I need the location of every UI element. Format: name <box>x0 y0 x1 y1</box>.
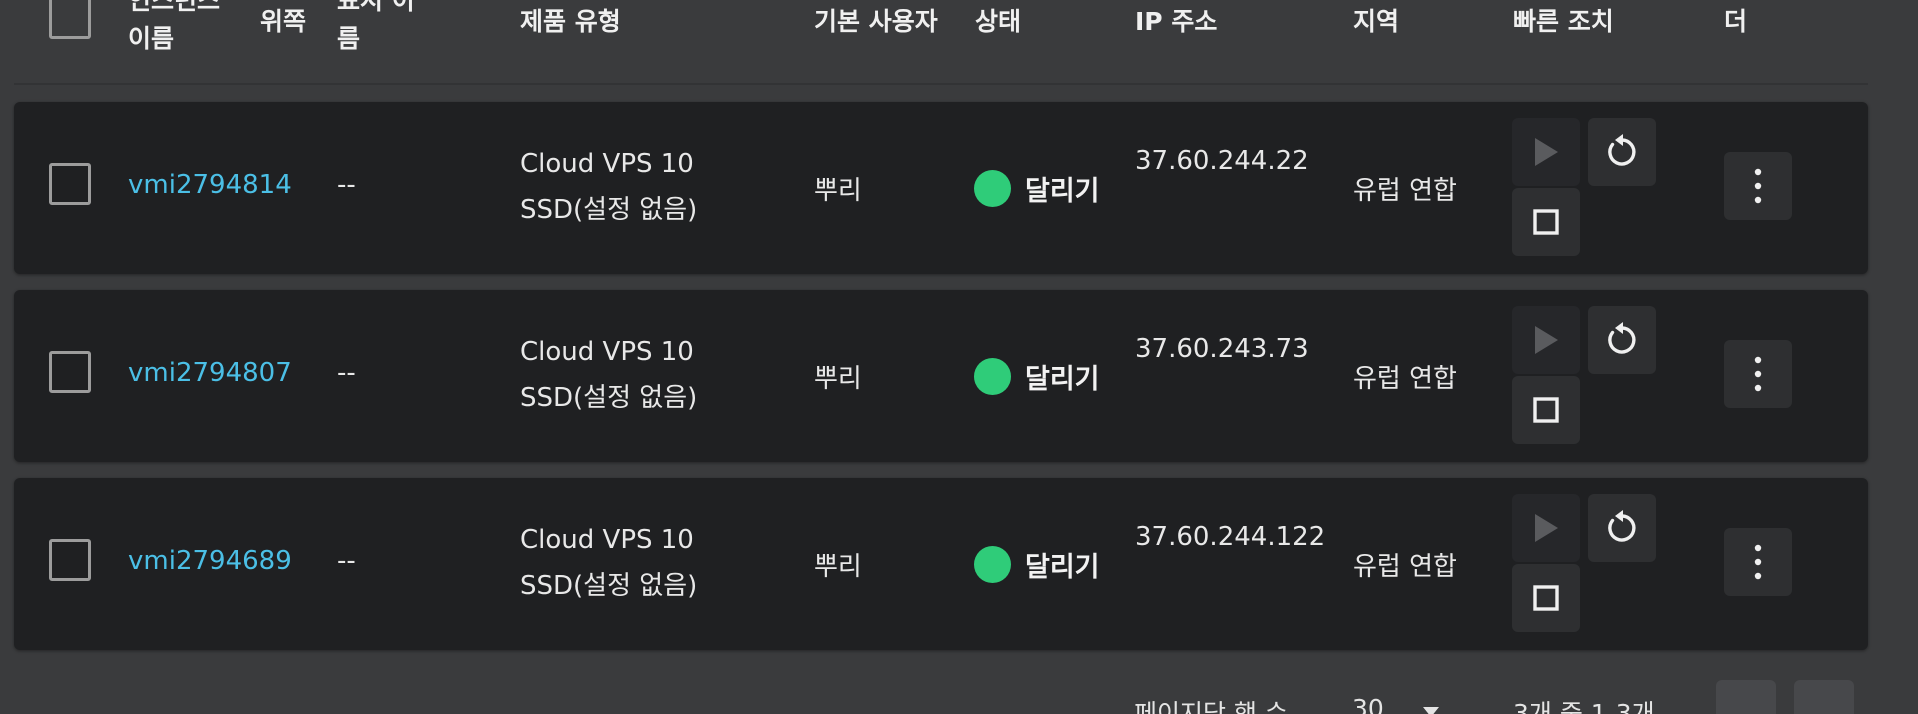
table-row: vmi2794689 -- Cloud VPS 10 SSD(설정 없음) 뿌리… <box>14 478 1868 650</box>
header-region[interactable]: 지역 <box>1353 2 1399 42</box>
stop-icon <box>1533 397 1559 423</box>
status-dot <box>974 546 1011 583</box>
ip-address: 37.60.244.122 <box>1135 522 1326 552</box>
product-line-1: Cloud VPS 10 <box>520 525 694 555</box>
region: 유럽 연합 <box>1353 552 1457 582</box>
display-name: -- <box>337 358 356 388</box>
header-status[interactable]: 상태 <box>975 2 1021 42</box>
stop-button[interactable] <box>1512 564 1580 632</box>
header-ip[interactable]: IP 주소 <box>1135 2 1217 42</box>
page-range-text: 3개 중 1-3개 <box>1513 699 1655 714</box>
next-page-button[interactable] <box>1794 680 1854 714</box>
instance-name-link[interactable]: vmi2794689 <box>128 546 292 576</box>
rows-per-page-select[interactable]: 30 <box>1350 694 1439 714</box>
product-type: Cloud VPS 10 SSD(설정 없음) <box>520 517 697 609</box>
stop-button[interactable] <box>1512 188 1580 256</box>
product-line-2: SSD(설정 없음) <box>520 571 698 601</box>
ip-address: 37.60.243.73 <box>1135 334 1309 364</box>
row-checkbox[interactable] <box>49 163 91 205</box>
restart-icon <box>1608 134 1636 166</box>
restart-button[interactable] <box>1588 494 1656 562</box>
previous-page-button[interactable] <box>1716 680 1776 714</box>
more-actions-button[interactable] <box>1724 528 1792 596</box>
restart-button[interactable] <box>1588 118 1656 186</box>
instance-name-link[interactable]: vmi2794807 <box>128 358 292 388</box>
display-name: -- <box>337 170 356 200</box>
play-icon <box>1535 326 1558 354</box>
start-button[interactable] <box>1512 494 1580 562</box>
product-type: Cloud VPS 10 SSD(설정 없음) <box>520 329 697 421</box>
status-text: 달리기 <box>1025 364 1100 395</box>
instance-name-link[interactable]: vmi2794814 <box>128 170 292 200</box>
more-actions-button[interactable] <box>1724 340 1792 408</box>
stop-icon <box>1533 585 1559 611</box>
more-vertical-icon <box>1754 168 1762 204</box>
table-row: vmi2794814 -- Cloud VPS 10 SSD(설정 없음) 뿌리… <box>14 102 1868 274</box>
product-line-1: Cloud VPS 10 <box>520 149 694 179</box>
region: 유럽 연합 <box>1353 364 1457 394</box>
stop-button[interactable] <box>1512 376 1580 444</box>
play-icon <box>1535 514 1558 542</box>
more-actions-button[interactable] <box>1724 152 1792 220</box>
rows-per-page-label: 페이지당 행 수 <box>1134 699 1288 714</box>
restart-icon <box>1608 510 1636 542</box>
product-line-2: SSD(설정 없음) <box>520 383 698 413</box>
default-user: 뿌리 <box>814 364 862 394</box>
more-vertical-icon <box>1754 356 1762 392</box>
product-type: Cloud VPS 10 SSD(설정 없음) <box>520 141 697 233</box>
start-button[interactable] <box>1512 306 1580 374</box>
status-dot <box>974 170 1011 207</box>
rows-per-page-value: 30 <box>1352 694 1384 714</box>
product-line-1: Cloud VPS 10 <box>520 337 694 367</box>
ip-address: 37.60.244.22 <box>1135 146 1309 176</box>
status-text: 달리기 <box>1025 176 1100 207</box>
status-dot <box>974 358 1011 395</box>
stop-icon <box>1533 209 1559 235</box>
start-button[interactable] <box>1512 118 1580 186</box>
table-row: vmi2794807 -- Cloud VPS 10 SSD(설정 없음) 뿌리… <box>14 290 1868 462</box>
instances-table: 인스턴스 이름 위쪽 표시 이름 제품 유형 기본 사용자 상태 IP 주소 지… <box>0 0 1918 714</box>
product-line-2: SSD(설정 없음) <box>520 195 698 225</box>
display-name: -- <box>337 546 356 576</box>
caret-down-icon <box>1423 707 1439 714</box>
header-default-user[interactable]: 기본 사용자 <box>814 2 938 42</box>
header-display-name[interactable]: 표시 이름 <box>337 0 432 58</box>
restart-icon <box>1608 322 1636 354</box>
restart-button[interactable] <box>1588 306 1656 374</box>
header-upside[interactable]: 위쪽 <box>260 2 306 42</box>
default-user: 뿌리 <box>814 176 862 206</box>
select-all-checkbox[interactable] <box>49 0 91 39</box>
row-checkbox[interactable] <box>49 539 91 581</box>
row-checkbox[interactable] <box>49 351 91 393</box>
header-quick-actions: 빠른 조치 <box>1513 7 1614 36</box>
header-instance-name[interactable]: 인스턴스 이름 <box>128 0 238 58</box>
region: 유럽 연합 <box>1353 176 1457 206</box>
header-more: 더 <box>1724 7 1748 36</box>
status-text: 달리기 <box>1025 552 1100 583</box>
play-icon <box>1535 138 1558 166</box>
default-user: 뿌리 <box>814 552 862 582</box>
header-divider <box>14 83 1868 85</box>
header-product-type[interactable]: 제품 유형 <box>520 2 621 42</box>
more-vertical-icon <box>1754 544 1762 580</box>
